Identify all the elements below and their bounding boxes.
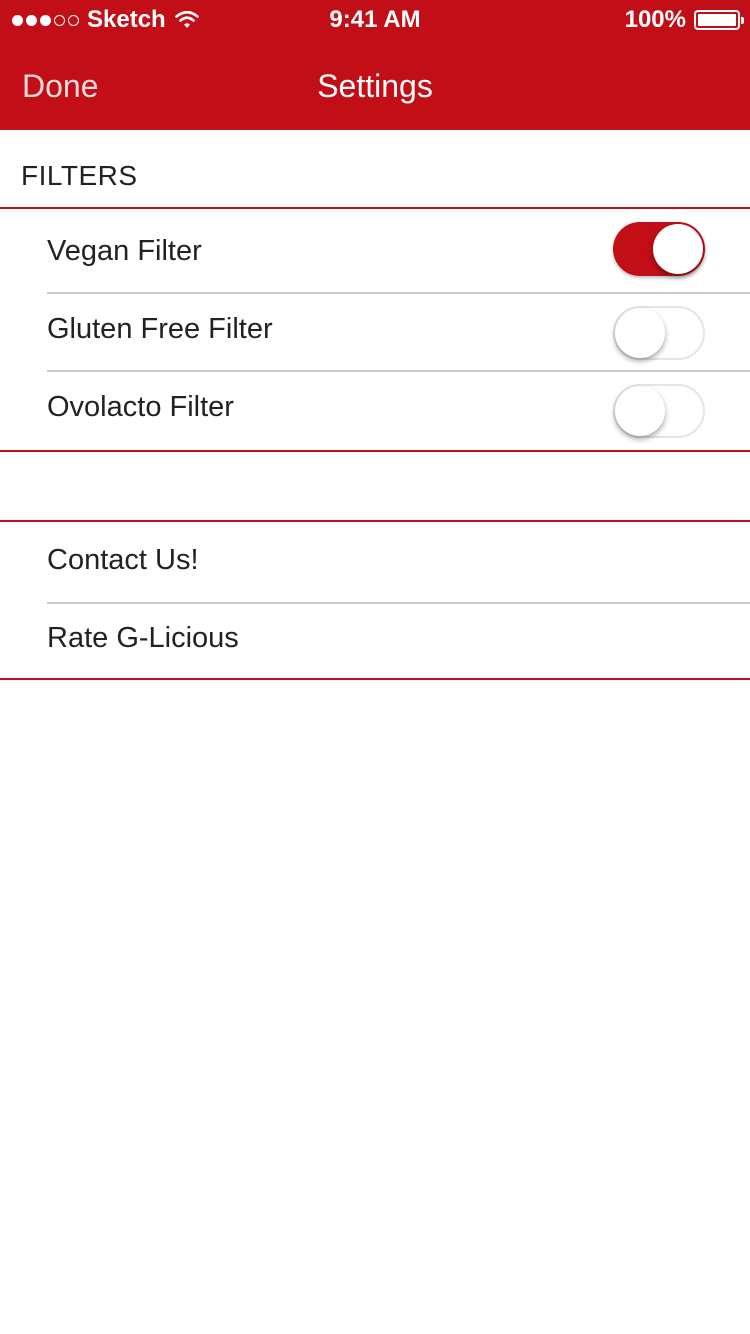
toggle-knob xyxy=(653,224,703,274)
toggle-knob xyxy=(615,308,665,358)
settings-screen: Sketch 9:41 AM 100% Done Settings FILTER… xyxy=(0,0,750,1334)
filters-header-label: FILTERS xyxy=(21,160,138,191)
status-bar: Sketch 9:41 AM 100% xyxy=(0,0,750,40)
filter-row-ovolacto[interactable]: Ovolacto Filter xyxy=(0,372,750,450)
battery-icon xyxy=(694,10,744,30)
page-title: Settings xyxy=(317,68,433,104)
ovolacto-filter-toggle[interactable] xyxy=(613,384,705,438)
links-section-bottom-border xyxy=(0,678,750,680)
filter-row-vegan[interactable]: Vegan Filter xyxy=(0,211,750,293)
filters-section-header: FILTERS xyxy=(0,130,750,209)
rate-app-row[interactable]: Rate G-Licious xyxy=(0,604,750,678)
filter-label: Ovolacto Filter xyxy=(47,391,234,423)
filter-label: Vegan Filter xyxy=(47,235,202,267)
vegan-filter-toggle[interactable] xyxy=(613,222,705,276)
rate-app-label: Rate G-Licious xyxy=(47,622,239,654)
contact-us-label: Contact Us! xyxy=(47,544,199,576)
navigation-bar: Done Settings xyxy=(0,40,750,130)
toggle-knob xyxy=(615,386,665,436)
status-bar-right: 100% xyxy=(624,6,744,34)
header: Sketch 9:41 AM 100% Done Settings xyxy=(0,0,750,130)
contact-us-row[interactable]: Contact Us! xyxy=(0,522,750,602)
battery-percent: 100% xyxy=(624,6,686,33)
filters-section-bottom-border xyxy=(0,450,750,452)
filter-row-gluten-free[interactable]: Gluten Free Filter xyxy=(0,294,750,370)
gluten-free-filter-toggle[interactable] xyxy=(613,306,705,360)
filter-label: Gluten Free Filter xyxy=(47,313,273,345)
